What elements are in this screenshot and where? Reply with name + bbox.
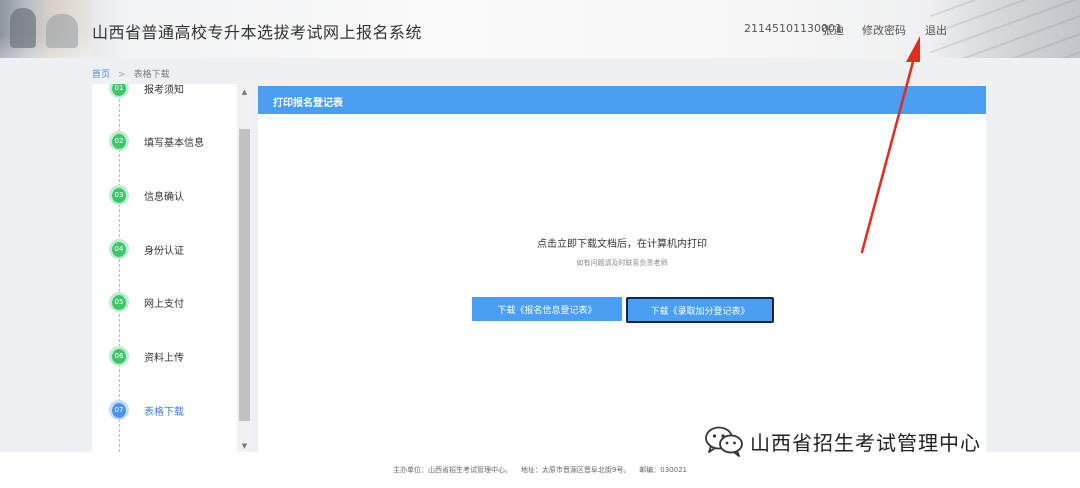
steps-sidebar: 01 报考须知 02 填写基本信息 03 信息确认 04 身份认证 05 网上支… (92, 84, 252, 452)
step-notice[interactable]: 01 报考须知 (109, 84, 239, 100)
site-title: 山西省普通高校专升本选拔考试网上报名系统 (92, 23, 423, 42)
step-label: 信息确认 (144, 192, 184, 203)
step-basic-info[interactable]: 02 填写基本信息 (109, 131, 239, 153)
step-label: 报考须知 (144, 85, 184, 96)
scroll-down-icon[interactable]: ▼ (237, 440, 252, 452)
help-hint: 如有问题请及时联系负责老师 (576, 259, 668, 267)
watermark-text: 山西省招生考试管理中心 (750, 430, 981, 455)
scrollbar-thumb[interactable] (239, 129, 250, 421)
step-number: 04 (112, 241, 126, 257)
change-password-link[interactable]: 修改密码 (862, 22, 906, 38)
logout-link[interactable]: 退出 (925, 22, 947, 38)
step-number-circle: 05 (109, 292, 129, 312)
step-number-circle: 02 (109, 131, 129, 151)
panel-title: 打印报名登记表 (273, 98, 343, 109)
step-number: 07 (112, 402, 126, 418)
step-number-circle: 03 (109, 185, 129, 205)
download-bonus-form-button[interactable]: 下载《录取加分登记表》 (626, 297, 774, 323)
banner-photo-left (0, 0, 92, 58)
step-identity[interactable]: 04 身份认证 (109, 239, 239, 261)
step-label: 网上支付 (144, 299, 184, 310)
breadcrumb: 首页 > 表格下载 (92, 67, 170, 80)
breadcrumb-current: 表格下载 (133, 70, 170, 80)
breadcrumb-separator: > (118, 70, 126, 80)
breadcrumb-home[interactable]: 首页 (92, 70, 110, 80)
step-number: 02 (112, 133, 126, 149)
scroll-up-icon[interactable]: ▲ (237, 86, 252, 98)
step-number: 01 (112, 84, 126, 96)
step-label: 填写基本信息 (144, 138, 204, 149)
step-number: 03 (112, 187, 126, 203)
step-confirm-info[interactable]: 03 信息确认 (109, 185, 239, 207)
banner-photo-right (930, 0, 1080, 58)
step-number: 06 (112, 348, 126, 364)
footer-text: 主办单位：山西省招生考试管理中心。 地址：太原市晋源区晋阜北街9号。 邮编：03… (393, 466, 687, 474)
print-form-panel: 打印报名登记表 点击立即下载文档后，在计算机内打印 如有问题请及时联系负责老师 … (258, 86, 986, 452)
step-payment[interactable]: 05 网上支付 (109, 292, 239, 314)
header-banner: 山西省普通高校专升本选拔考试网上报名系统 21145101130001 张迪 修… (0, 0, 1080, 58)
wechat-watermark: 山西省招生考试管理中心 (704, 424, 981, 458)
panel-header: 打印报名登记表 (258, 86, 986, 114)
download-instruction: 点击立即下载文档后，在计算机内打印 (537, 239, 707, 250)
step-label: 身份认证 (144, 246, 184, 257)
step-form-download[interactable]: 07 表格下载 (109, 400, 239, 422)
step-label: 资料上传 (144, 353, 184, 364)
step-label: 表格下载 (144, 407, 184, 418)
step-number: 05 (112, 294, 126, 310)
download-registration-form-button[interactable]: 下载《报名信息登记表》 (472, 297, 622, 321)
wechat-icon (705, 426, 743, 457)
step-number-circle: 07 (109, 400, 129, 420)
step-number-circle: 04 (109, 239, 129, 259)
step-number-circle: 06 (109, 346, 129, 366)
step-upload[interactable]: 06 资料上传 (109, 346, 239, 368)
sidebar-scrollbar[interactable]: ▲ ▼ (237, 84, 252, 452)
step-number-circle: 01 (109, 84, 129, 98)
user-name: 张迪 (822, 24, 844, 37)
